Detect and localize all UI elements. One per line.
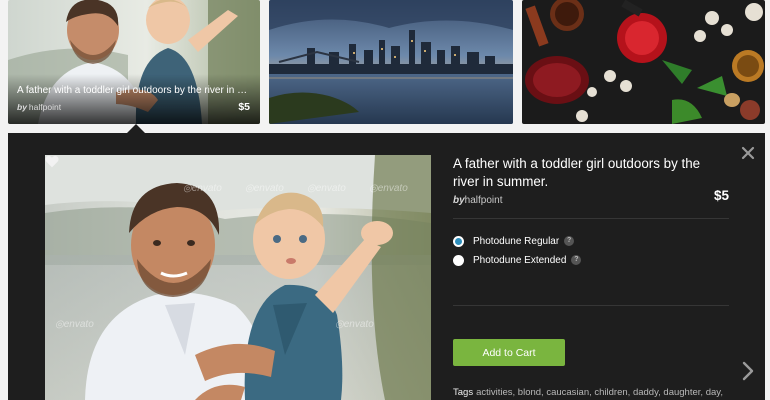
tag-links: activities, blond, caucasian, children, … [453,387,723,400]
svg-text:◎envato: ◎envato [245,183,284,194]
radio-selected[interactable] [453,235,464,247]
author-prefix: by [453,195,465,206]
radio-unselected[interactable] [453,254,464,266]
close-icon[interactable] [740,145,756,161]
svg-text:◎envato: ◎envato [335,319,374,330]
help-icon[interactable]: ? [564,236,575,246]
thumbnail-author: by halfpoint [17,102,61,112]
author-prefix: by [17,102,27,112]
tag-link[interactable]: blond [518,387,541,398]
thumbnail-city-skyline[interactable] [269,0,513,124]
author-name: halfpoint [28,102,62,112]
tags-label: Tags [453,387,474,398]
tag-link[interactable]: activities [476,387,512,398]
divider [453,305,729,306]
tag-link[interactable]: daughter [663,387,700,398]
help-icon[interactable]: ? [571,255,582,265]
license-label: Photodune Regular [473,235,560,247]
license-option-extended[interactable]: Photodune Extended ? [453,253,582,267]
add-to-cart-button[interactable]: Add to Cart [453,339,565,366]
thumbnail-overlay [8,74,260,124]
thumbnail-image [522,0,765,124]
detail-info: A father with a toddler girl outdoors by… [453,155,729,398]
license-label: Photodune Extended [473,254,567,266]
thumbnail-title: A father with a toddler girl outdoors by… [17,85,249,96]
svg-text:◎envato: ◎envato [183,183,222,194]
preview-photo: ◎envato ◎envato ◎envato ◎envato ◎envato ◎env… [45,155,431,400]
tag-separator: , [720,387,723,398]
tag-link[interactable]: day [706,387,721,398]
selection-pointer [127,124,145,133]
detail-title: A father with a toddler girl outdoors by… [453,156,701,189]
svg-text:◎envato: ◎envato [369,183,408,194]
detail-author: byhalfpoint [453,195,502,206]
thumbnail-food[interactable] [522,0,765,124]
thumbnail-image [269,0,513,124]
heart-icon[interactable] [45,155,59,168]
divider [453,218,729,219]
tag-link[interactable]: daddy [633,387,658,398]
thumbnail-father-daughter[interactable]: A father with a toddler girl outdoors by… [8,0,260,124]
detail-price: $5 [713,188,729,203]
chevron-right-icon[interactable] [741,361,755,381]
svg-text:◎envato: ◎envato [307,183,346,194]
preview-image: ◎envato ◎envato ◎envato ◎envato ◎envato ◎env… [45,155,431,400]
photo-browser: A father with a toddler girl outdoors by… [0,0,770,400]
svg-text:◎envato: ◎envato [55,319,94,330]
author-name[interactable]: halfpoint [465,195,503,206]
preview-panel: ◎envato ◎envato ◎envato ◎envato ◎envato ◎env… [8,133,765,400]
tags-list: Tags activities, blond, caucasian, childr… [453,384,729,400]
thumbnail-price: $5 [238,101,250,113]
tag-link[interactable]: caucasian [546,387,589,398]
tag-link[interactable]: children [594,387,627,398]
license-option-regular[interactable]: Photodune Regular ? [453,234,575,248]
